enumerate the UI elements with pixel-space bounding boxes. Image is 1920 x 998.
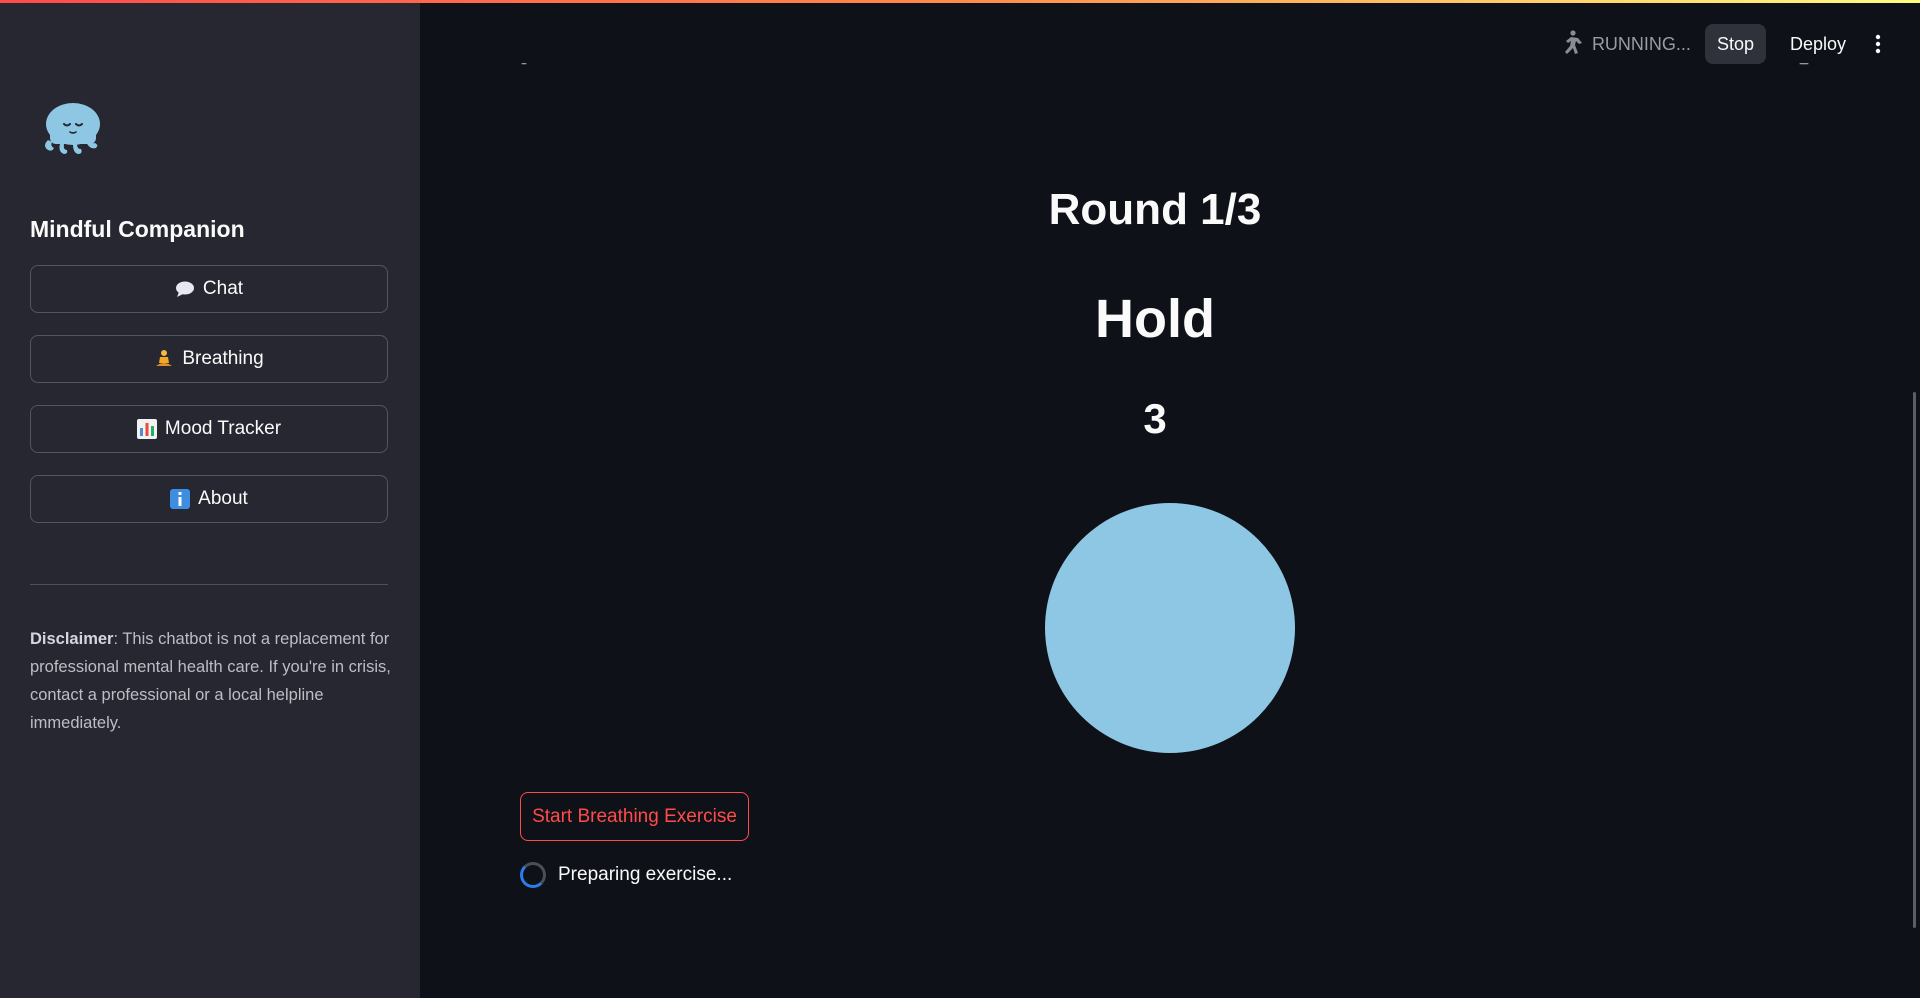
speech-bubble-icon (175, 279, 195, 299)
sidebar-title: Mind­ful Companion (30, 216, 245, 242)
running-status-text: RUNNING... (1591, 33, 1691, 54)
scrollbar[interactable] (1913, 392, 1916, 928)
nav-chat-label: Chat (202, 278, 244, 299)
top-decoration-bar (0, 0, 1920, 3)
nav-chat-button[interactable]: Chat (30, 265, 388, 313)
octopus-logo-icon (40, 100, 106, 162)
disclaimer-label: Disclaimer (30, 630, 114, 648)
bar-chart-icon (136, 419, 157, 439)
phase-title: Hold (1095, 289, 1215, 349)
status-message: Preparing exercise... (520, 862, 732, 888)
round-title: Round 1/3 (1048, 185, 1262, 234)
info-icon (170, 489, 191, 509)
nav-breathing-label: Breathing (182, 348, 264, 369)
stop-button[interactable]: Stop (1704, 24, 1766, 64)
scrolled-content-fragment: ‾‾ (1800, 62, 1808, 76)
nav-breathing-button[interactable]: Breathing (30, 335, 388, 383)
sidebar-divider (30, 584, 388, 585)
status-text: Preparing exercise... (558, 864, 733, 885)
toolbar: RUNNING... Stop Deploy (1558, 24, 1888, 64)
scrolled-content-fragment: ‾ (522, 62, 526, 76)
nav-about-button[interactable]: About (30, 475, 388, 523)
nav-about-label: About (198, 488, 248, 509)
running-person-icon (1558, 29, 1584, 60)
kebab-menu-icon[interactable] (1868, 24, 1888, 64)
breathing-circle (1045, 503, 1295, 753)
countdown-value: 3 (1143, 395, 1167, 442)
meditation-icon (154, 349, 174, 369)
running-status: RUNNING... (1558, 29, 1691, 60)
spinner-icon (520, 862, 546, 888)
deploy-button[interactable]: Deploy (1778, 24, 1858, 64)
nav-mood-tracker-label: Mood Tracker (164, 418, 282, 439)
start-breathing-button[interactable]: Start Breathing Exercise (520, 792, 749, 841)
disclaimer: Disclaimer: This chatbot is not a replac… (30, 625, 395, 737)
sidebar: Mind­ful Companion Chat Breathing Mood T… (0, 0, 420, 998)
nav-mood-tracker-button[interactable]: Mood Tracker (30, 405, 388, 453)
